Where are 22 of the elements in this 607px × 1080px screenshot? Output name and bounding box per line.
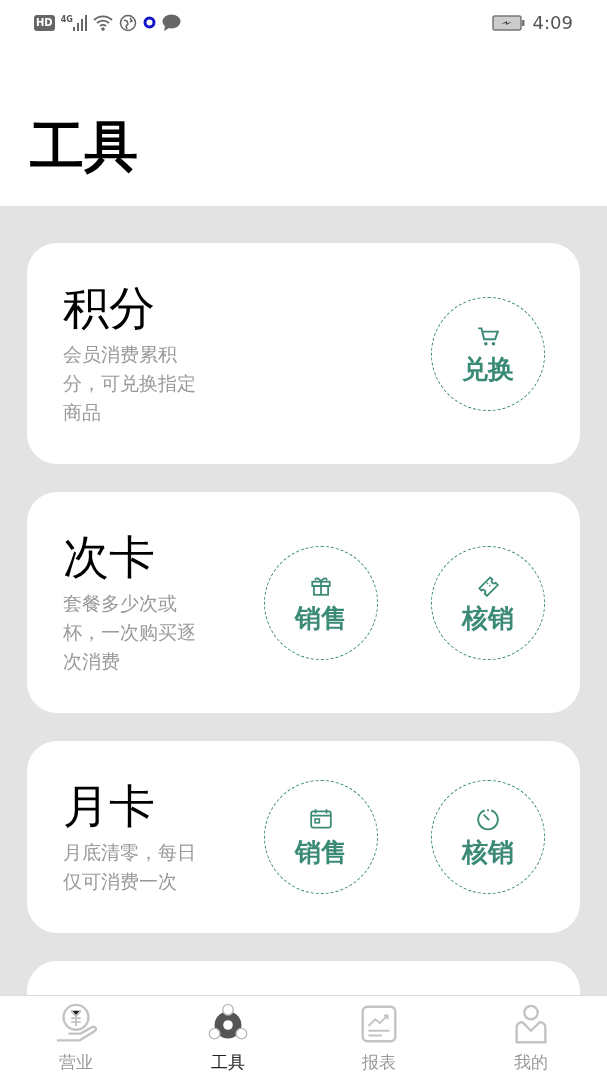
network-label: 4G <box>60 14 73 24</box>
card-title: 次卡 <box>63 529 156 585</box>
ring-icon <box>142 16 156 29</box>
card-description: 套餐多少次或杯，一次购买逐次消费 <box>63 591 197 674</box>
timer-icon <box>476 807 500 831</box>
card-description: 会员消费累积分，可兑换指定商品 <box>63 342 197 425</box>
tab[interactable]: 工具 <box>151 996 304 1080</box>
globe-icon <box>118 13 137 32</box>
wifi-icon <box>92 14 113 31</box>
signal-icon <box>72 14 87 31</box>
battery-icon <box>491 14 525 31</box>
page-title: 工具 <box>30 115 139 179</box>
card-title: 积分 <box>63 280 156 336</box>
tab[interactable]: 报表 <box>303 996 456 1080</box>
clock-time: 4:09 <box>532 11 573 35</box>
calendar-icon <box>309 807 333 831</box>
tab[interactable]: 我的 <box>455 996 607 1080</box>
tab[interactable]: 营业 <box>0 996 152 1080</box>
chat-icon <box>161 14 181 31</box>
card-description: 月底清零，每日仅可消费一次 <box>63 840 197 894</box>
card-title: 月卡 <box>63 778 156 834</box>
hd-badge: HD <box>34 14 55 31</box>
